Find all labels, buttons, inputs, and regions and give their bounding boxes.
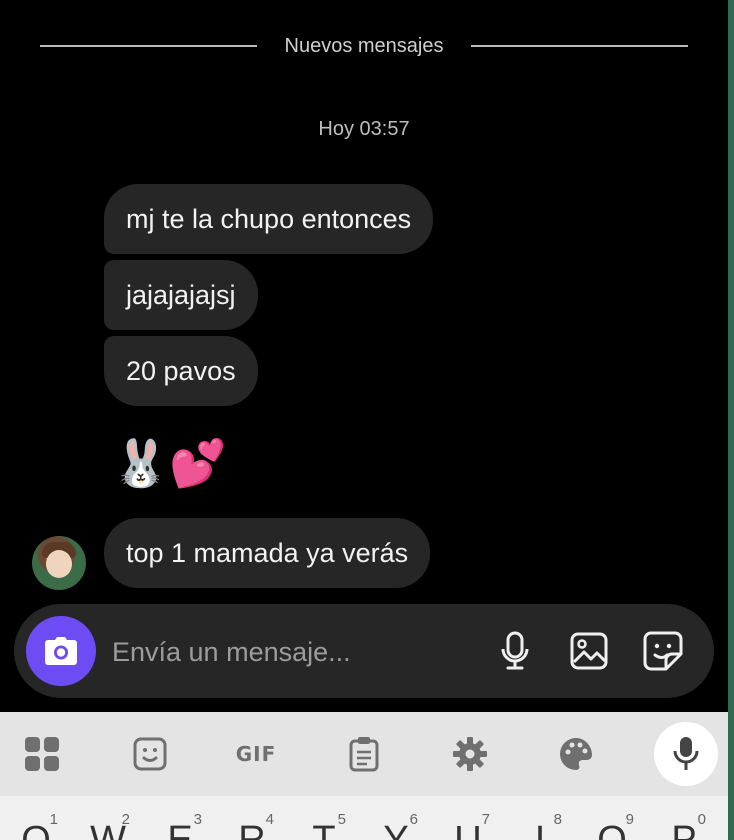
avatar[interactable] bbox=[32, 536, 86, 590]
new-messages-divider: Nuevos mensajes bbox=[40, 30, 688, 62]
key-hint: 9 bbox=[625, 811, 634, 828]
settings-button[interactable] bbox=[446, 730, 494, 778]
microphone-icon bbox=[673, 737, 699, 770]
key-hint: 1 bbox=[49, 811, 58, 828]
key-hint: 2 bbox=[121, 811, 130, 828]
message-timestamp: Hoy 03:57 bbox=[318, 118, 410, 140]
key-hint: 5 bbox=[337, 811, 346, 828]
key-hint: 8 bbox=[553, 811, 562, 828]
key[interactable]: T5 bbox=[288, 812, 360, 840]
key-hint: 4 bbox=[265, 811, 274, 828]
new-messages-label: Nuevos mensajes bbox=[284, 34, 444, 57]
key-letter: Q bbox=[21, 819, 51, 840]
key-letter: T bbox=[312, 819, 336, 840]
key[interactable]: I8 bbox=[504, 812, 576, 840]
apps-button[interactable] bbox=[18, 730, 66, 778]
divider-line-left bbox=[40, 45, 257, 47]
gif-button[interactable]: GIF bbox=[232, 730, 280, 778]
avatar-face bbox=[46, 550, 72, 578]
divider-line-right bbox=[471, 45, 688, 47]
message-bubble[interactable]: 20 pavos bbox=[104, 336, 258, 406]
key[interactable]: R4 bbox=[216, 812, 288, 840]
key-hint: 0 bbox=[697, 811, 706, 828]
key-hint: 3 bbox=[193, 811, 202, 828]
chat-thread: Nuevos mensajes Hoy 03:57 mj te la chupo… bbox=[0, 0, 728, 712]
key-hint: 6 bbox=[409, 811, 418, 828]
key[interactable]: E3 bbox=[144, 812, 216, 840]
key-letter: Y bbox=[383, 819, 409, 840]
key[interactable]: Y6 bbox=[360, 812, 432, 840]
message-bubble[interactable]: mj te la chupo entonces bbox=[104, 184, 434, 254]
key-letter: W bbox=[90, 819, 126, 840]
key[interactable]: Q1 bbox=[0, 812, 72, 840]
gear-icon bbox=[453, 737, 487, 771]
image-icon bbox=[570, 632, 608, 670]
key-hint: 7 bbox=[481, 811, 490, 828]
gif-label: GIF bbox=[235, 742, 277, 766]
message-bubble[interactable]: jajajajajsj bbox=[104, 260, 258, 330]
sticker-smile-icon bbox=[133, 737, 167, 771]
key-letter: R bbox=[238, 819, 266, 840]
key-letter: U bbox=[454, 819, 482, 840]
sticker-button[interactable] bbox=[638, 626, 688, 676]
key-letter: I bbox=[534, 819, 546, 840]
theme-button[interactable] bbox=[552, 730, 600, 778]
window-edge bbox=[728, 0, 734, 840]
emoji-message[interactable]: 🐰💕 bbox=[112, 428, 227, 498]
key-letter: E bbox=[167, 819, 193, 840]
grid-icon bbox=[25, 737, 59, 771]
clipboard-icon bbox=[349, 737, 379, 772]
gallery-button[interactable] bbox=[564, 626, 614, 676]
keyboard-letter-row: Q1 W2 E3 R4 T5 Y6 U7 I8 O9 P0 bbox=[0, 796, 728, 840]
camera-icon bbox=[45, 637, 77, 665]
palette-icon bbox=[560, 738, 592, 770]
microphone-icon bbox=[501, 631, 529, 670]
emoji-keyboard-button[interactable] bbox=[126, 730, 174, 778]
sticker-icon bbox=[643, 631, 683, 671]
key-letter: O bbox=[597, 819, 627, 840]
key[interactable]: W2 bbox=[72, 812, 144, 840]
camera-button[interactable] bbox=[26, 616, 96, 686]
keyboard-voice-input-button[interactable] bbox=[654, 722, 718, 786]
keyboard-toolbar: GIF bbox=[0, 712, 728, 796]
key[interactable]: P0 bbox=[648, 812, 720, 840]
message-bubble[interactable]: top 1 mamada ya verás bbox=[104, 518, 431, 588]
key[interactable]: O9 bbox=[576, 812, 648, 840]
message-composer bbox=[14, 604, 714, 698]
clipboard-button[interactable] bbox=[340, 730, 388, 778]
voice-message-button[interactable] bbox=[490, 626, 540, 676]
message-input[interactable] bbox=[110, 626, 474, 678]
key-letter: P bbox=[671, 819, 697, 840]
key[interactable]: U7 bbox=[432, 812, 504, 840]
